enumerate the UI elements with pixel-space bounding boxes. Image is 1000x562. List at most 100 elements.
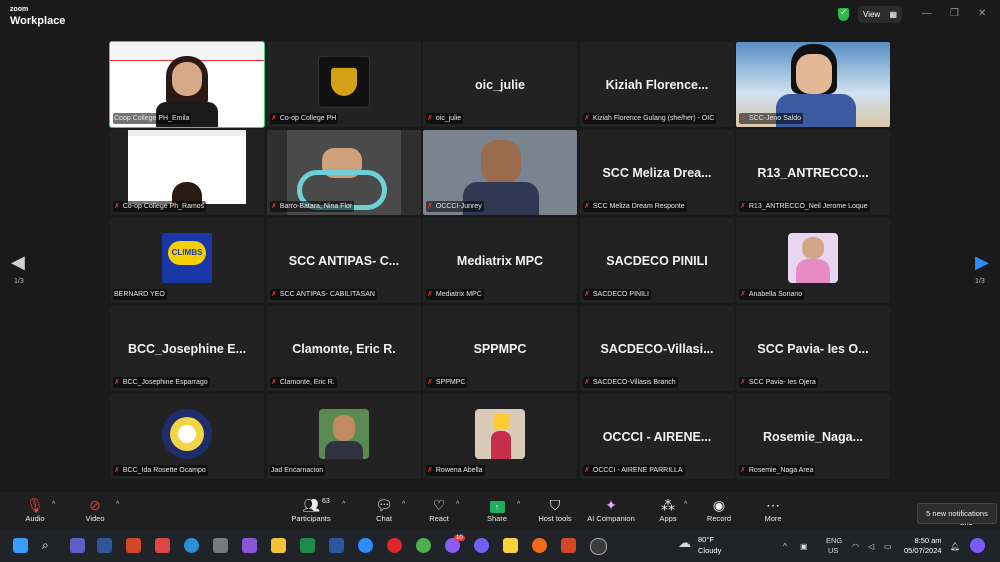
participant-tile[interactable]: CLIMBS BERNARD YEO <box>110 218 264 303</box>
chat-button[interactable]: 💬︎ Chat <box>372 496 396 523</box>
browser-icon[interactable] <box>184 538 199 553</box>
teams-icon[interactable] <box>70 538 85 553</box>
apps-icon: ⁂ <box>661 497 675 513</box>
participant-tile[interactable]: SCC ANTIPAS- C... ✗ SCC ANTIPAS- CABILITAS… <box>267 218 421 303</box>
more-button[interactable]: ⋯ More <box>760 496 786 523</box>
excel-icon[interactable] <box>300 538 315 553</box>
participant-name: R13_ANTRECCO_Neil Jerome Loque <box>748 203 868 210</box>
chrome-icon[interactable] <box>416 538 431 553</box>
participant-tile[interactable]: SPPMPC ✗ SPPMPC <box>423 306 577 391</box>
participant-tile[interactable]: Clamonte, Eric R. ✗ Clamonte, Eric R. <box>267 306 421 391</box>
participant-name: BERNARD YEO <box>114 291 165 298</box>
participant-name-label: ✗ OCCCI-Junrey <box>426 201 484 212</box>
viber-icon[interactable] <box>474 538 489 553</box>
video-options-chevron-icon[interactable]: ^ <box>116 501 119 508</box>
file-explorer-icon[interactable] <box>271 538 286 553</box>
next-page-icon[interactable]: ▶ <box>975 252 989 273</box>
minimize-icon[interactable]: — <box>922 8 932 19</box>
weather-condition: Cloudy <box>698 546 722 555</box>
zoom-taskbar-icon[interactable] <box>358 538 373 553</box>
calculator-icon[interactable] <box>213 538 228 553</box>
share-button[interactable]: ↑ Share <box>484 496 510 523</box>
participant-tile[interactable]: SACDECO-Villasi... ✗ SACDECO-Villasis Bran… <box>580 306 734 391</box>
participants-options-chevron-icon[interactable]: ^ <box>342 501 345 508</box>
participant-name-label: ✗ SCC Pavia- Ies Ojera <box>739 377 818 388</box>
previous-page-icon[interactable]: ◀ <box>11 252 25 273</box>
maximize-icon[interactable]: ❐ <box>950 8 959 19</box>
word-icon[interactable] <box>97 538 112 553</box>
participants-button[interactable]: 👥︎ 63 Participants <box>288 496 334 523</box>
muted-microphone-icon: ✗ <box>584 203 590 210</box>
tray-app-icon[interactable]: ▣ <box>800 542 808 551</box>
participant-tile[interactable]: OCCCI - AIRENE... ✗ OCCCI - AIRENE PARRILL… <box>580 394 734 479</box>
participant-tile[interactable]: ✗ Rowena Abella <box>423 394 577 479</box>
participant-tile[interactable]: SCC Pavia- Ies O... ✗ SCC Pavia- Ies Ojera <box>736 306 890 391</box>
share-options-chevron-icon[interactable]: ^ <box>517 501 520 508</box>
muted-microphone-icon: ✗ <box>740 291 746 298</box>
word-doc-icon[interactable] <box>329 538 344 553</box>
participant-name-label: ✗ SPPMPC <box>426 377 468 388</box>
notification-bell-icon[interactable]: 🔔︎ <box>950 542 960 551</box>
audio-options-chevron-icon[interactable]: ^ <box>52 501 55 508</box>
chat-options-chevron-icon[interactable]: ^ <box>402 501 405 508</box>
participant-tile[interactable]: Mediatrix MPC ✗ Mediatrix MPC <box>423 218 577 303</box>
weather-temp: 80°F <box>698 535 714 544</box>
wps-icon[interactable] <box>126 538 141 553</box>
participant-name-label: ✗ SCC Meliza Dream Responte <box>583 201 687 212</box>
participant-tile[interactable]: ✗ Co-op College Ph_Ramos <box>110 130 264 215</box>
record-button[interactable]: ◉ Record <box>704 496 734 523</box>
participant-tile[interactable]: R13_ANTRECCO... ✗ R13_ANTRECCO_Neil Jerome… <box>736 130 890 215</box>
participant-tile[interactable]: Coop College PH_Emila <box>109 41 265 128</box>
tray-chevron-icon[interactable]: ^ <box>783 542 787 551</box>
page-indicator-left: 1/3 <box>14 278 24 285</box>
participant-tile[interactable]: SCC Meliza Drea... ✗ SCC Meliza Dream Resp… <box>580 130 734 215</box>
participant-tile[interactable]: ✗ Co-op College PH <box>267 42 421 127</box>
host-tools-button[interactable]: ⛉ Host tools <box>535 496 575 523</box>
participant-name-label: ✗ BCC_Josephine Esparrago <box>113 377 210 388</box>
participant-name: SCC ANTIPAS- CABILITASAN <box>279 291 375 298</box>
pdf-app-icon[interactable] <box>155 538 170 553</box>
react-button[interactable]: ♡ React <box>426 496 452 523</box>
react-options-chevron-icon[interactable]: ^ <box>456 501 459 508</box>
windows-taskbar: ⌕ 10 <box>0 530 1000 562</box>
video-editor-icon[interactable] <box>242 538 257 553</box>
close-icon[interactable]: ✕ <box>978 8 986 19</box>
muted-microphone-icon: ✗ <box>427 115 433 122</box>
participant-tile[interactable]: BCC_Josephine E... ✗ BCC_Josephine Esparra… <box>110 306 264 391</box>
opera-icon[interactable] <box>387 538 402 553</box>
participant-tile[interactable]: oic_julie ✗ oic_julie <box>423 42 577 127</box>
video-button[interactable]: ⊘ Video <box>82 496 108 523</box>
participant-name: Rowena Abella <box>435 467 483 474</box>
ai-companion-button[interactable]: ✦ AI Companion <box>584 496 638 523</box>
participant-tile[interactable]: ✗ OCCCI-Junrey <box>423 130 577 215</box>
battery-icon[interactable]: ▭ <box>884 542 892 551</box>
powerpoint-icon[interactable] <box>561 538 576 553</box>
firefox-icon[interactable] <box>532 538 547 553</box>
security-shield-icon[interactable] <box>838 7 849 21</box>
sticky-notes-icon[interactable] <box>503 538 518 553</box>
media-player-icon[interactable] <box>590 538 607 555</box>
participant-tile[interactable]: ✗ Barro-Batara, Nina Flor <box>267 130 421 215</box>
apps-button[interactable]: ⁂ Apps <box>656 496 680 523</box>
clock[interactable]: 8:50 am 05/07/2024 <box>904 536 942 556</box>
notification-toast[interactable]: 5 new notifications <box>917 503 997 524</box>
language-indicator[interactable]: ENG US <box>826 536 842 556</box>
view-button[interactable]: View ▦ <box>858 6 902 23</box>
windows-start-icon[interactable] <box>13 538 28 553</box>
participant-tile[interactable]: Jad Encarnacion <box>267 394 421 479</box>
volume-icon[interactable]: ◁ <box>868 542 874 551</box>
participant-tile[interactable]: ✗ SCC-Jeno Saldo <box>736 42 890 127</box>
participant-tile[interactable]: Rosemie_Naga... ✗ Rosemie_Naga Area <box>736 394 890 479</box>
participant-tile[interactable]: ✗ BCC_Ida Rosette Ocampo <box>110 394 264 479</box>
cloud-icon: ☁ <box>678 535 691 550</box>
search-icon[interactable]: ⌕ <box>42 538 57 553</box>
wifi-icon[interactable]: ◠ <box>852 542 859 551</box>
participant-name: SCC Pavia- Ies Ojera <box>748 379 816 386</box>
participant-tile[interactable]: ✗ Anabella Soriano <box>736 218 890 303</box>
participant-tile[interactable]: SACDECO PINILI ✗ SACDECO PINILI <box>580 218 734 303</box>
audio-button[interactable]: 🎙︎ Audio <box>22 496 48 523</box>
apps-options-chevron-icon[interactable]: ^ <box>684 501 687 508</box>
copilot-icon[interactable] <box>970 538 985 553</box>
participant-name: SCC Meliza Dream Responte <box>592 203 685 210</box>
participant-tile[interactable]: Kiziah Florence... ✗ Kiziah Florence Gulan… <box>580 42 734 127</box>
